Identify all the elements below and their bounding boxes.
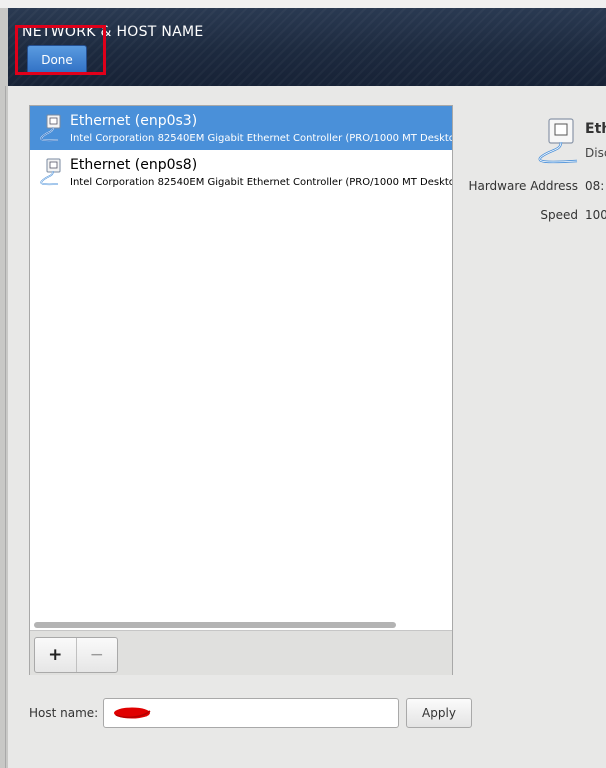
host-name-label: Host name:	[29, 706, 99, 720]
detail-connection-status: Disc	[585, 146, 606, 160]
speed-label: Speed	[540, 208, 578, 222]
speed-value: 100	[585, 208, 606, 222]
connection-item-enp0s3[interactable]: Ethernet (enp0s3) Intel Corporation 8254…	[30, 106, 452, 150]
connection-description: Intel Corporation 82540EM Gigabit Ethern…	[70, 177, 452, 188]
connection-name: Ethernet (enp0s3)	[70, 113, 198, 129]
redaction-mark	[114, 707, 151, 719]
connection-detail-panel: Eth Disc Hardware Address 08: Speed 100	[455, 105, 606, 245]
page-title: NETWORK & HOST NAME	[22, 24, 204, 40]
connection-name: Ethernet (enp0s8)	[70, 157, 198, 173]
remove-connection-button[interactable]: −	[77, 638, 118, 672]
apply-button[interactable]: Apply	[406, 698, 472, 728]
list-toolbar: + −	[30, 630, 452, 675]
hardware-address-label: Hardware Address	[468, 179, 578, 193]
scrollbar-thumb[interactable]	[34, 622, 396, 628]
content-border	[5, 86, 6, 768]
connection-list: Ethernet (enp0s3) Intel Corporation 8254…	[29, 105, 453, 675]
connection-item-enp0s8[interactable]: Ethernet (enp0s8) Intel Corporation 8254…	[30, 150, 452, 194]
done-button[interactable]: Done	[27, 45, 87, 75]
hardware-address-value: 08:	[585, 179, 605, 193]
wired-network-icon	[538, 118, 578, 164]
spoke-header: NETWORK & HOST NAME Done	[8, 8, 606, 86]
detail-connection-name: Eth	[585, 121, 606, 137]
add-connection-button[interactable]: +	[35, 638, 77, 672]
wired-network-icon	[40, 114, 61, 142]
menu-bar	[0, 0, 606, 8]
host-name-input[interactable]	[103, 698, 399, 728]
add-remove-group: + −	[34, 637, 118, 673]
connection-description: Intel Corporation 82540EM Gigabit Ethern…	[70, 133, 452, 144]
horizontal-scrollbar[interactable]	[32, 622, 450, 628]
window-left-edge	[0, 8, 8, 768]
wired-network-icon	[40, 158, 61, 186]
